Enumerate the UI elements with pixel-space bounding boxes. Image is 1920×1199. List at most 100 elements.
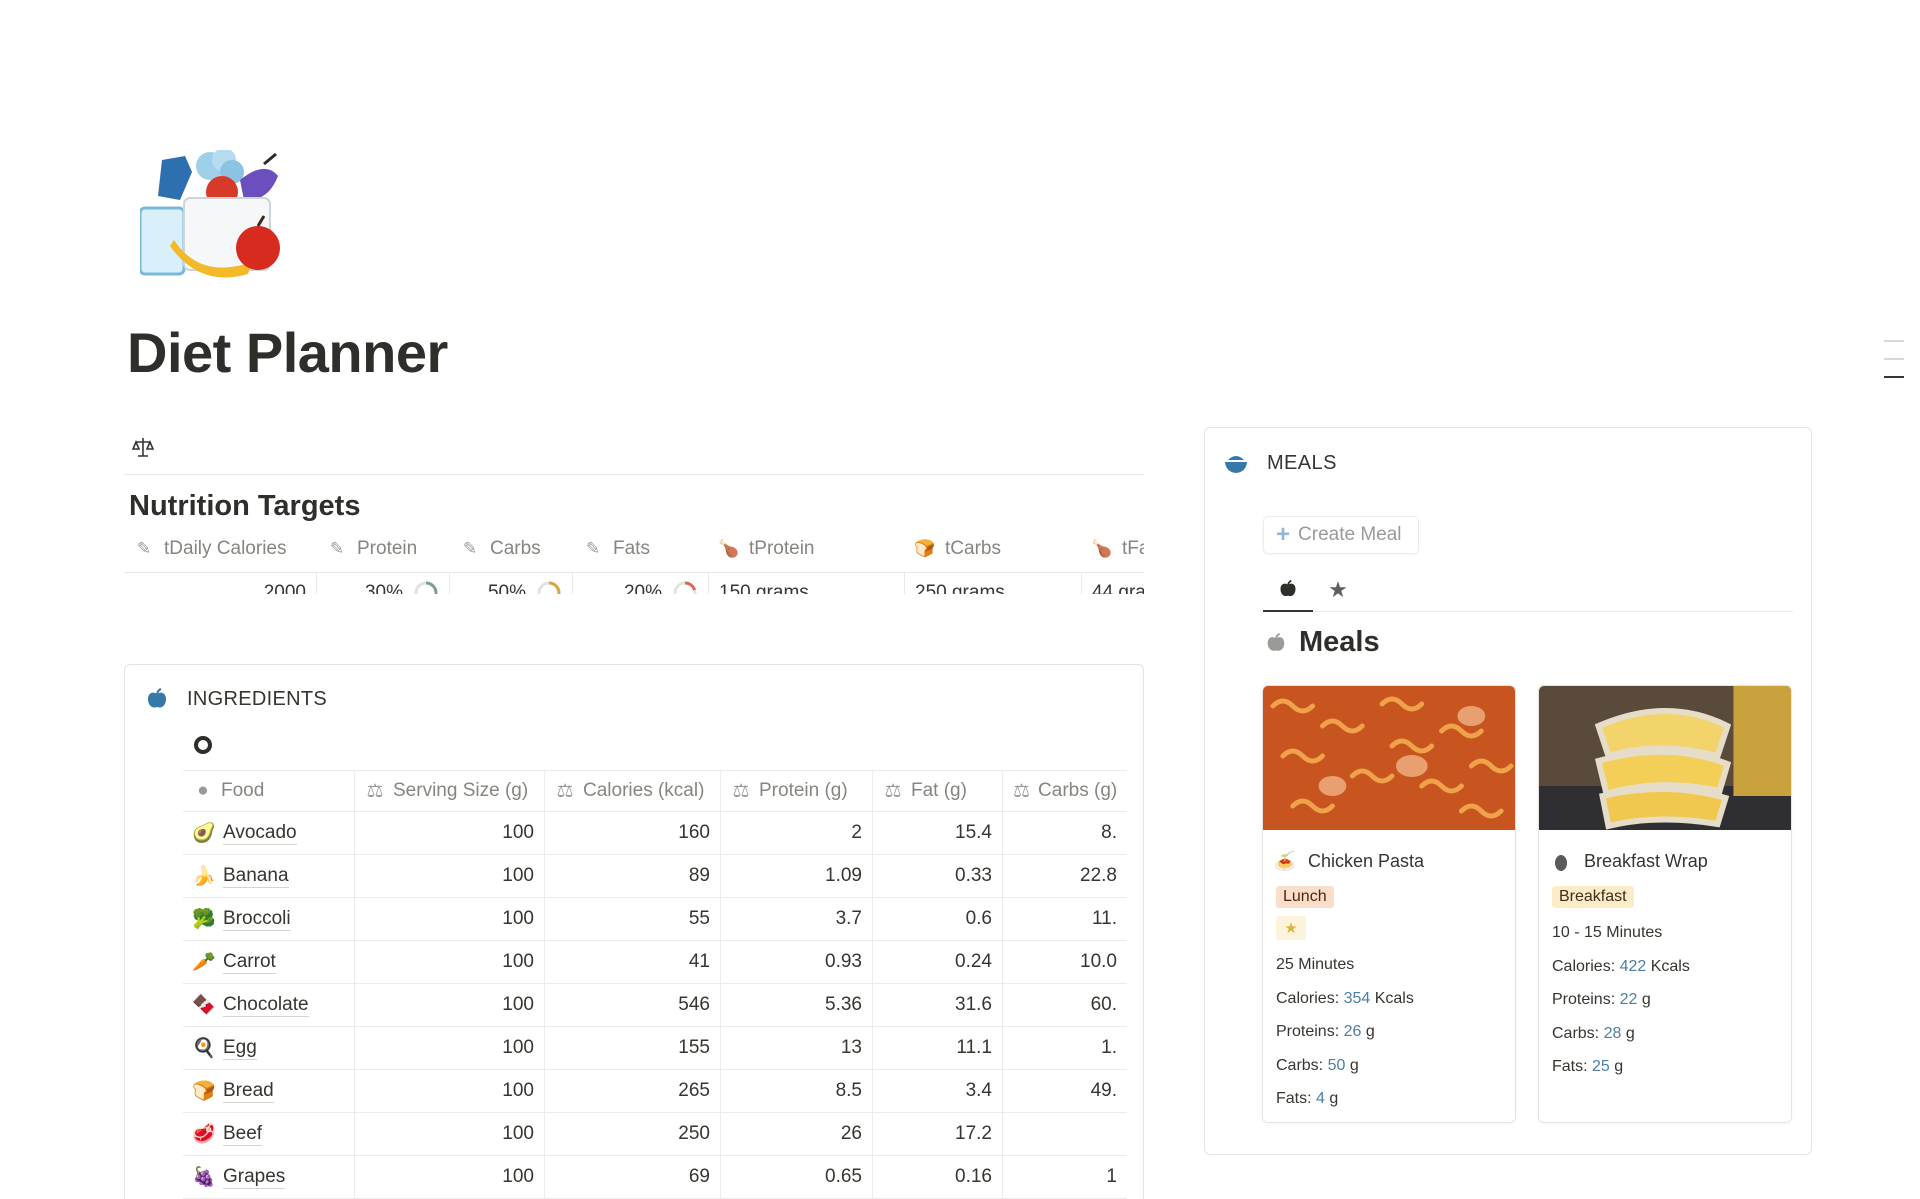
calories-cell[interactable]: 41 (545, 941, 721, 983)
fat-cell[interactable]: 3.4 (873, 1070, 1003, 1112)
fat-cell[interactable]: 31.6 (873, 984, 1003, 1026)
protein-cell[interactable]: 0.93 (721, 941, 873, 983)
fat-cell[interactable]: 15.4 (873, 812, 1003, 854)
carbs-cell[interactable]: 1. (1003, 1027, 1127, 1069)
column-header-fat[interactable]: ⚖ Fat (g) (873, 771, 1003, 811)
serving-cell[interactable]: 100 (355, 855, 545, 897)
table-row[interactable]: 🍫 Chocolate 100 546 5.36 31.6 60. (183, 984, 1127, 1027)
serving-cell[interactable]: 100 (355, 1070, 545, 1112)
table-row[interactable]: 2000 30% 50% 20% 150 grams 250 grams 44 … (124, 572, 1144, 594)
tab-apple-view[interactable] (1263, 568, 1313, 612)
calories-cell[interactable]: 250 (545, 1113, 721, 1155)
column-header-serving[interactable]: ⚖ Serving Size (g) (355, 771, 545, 811)
column-header-calories[interactable]: ⚖ Calories (kcal) (545, 771, 721, 811)
protein-cell[interactable]: 0.65 (721, 1156, 873, 1198)
food-cell[interactable]: 🥕 Carrot (183, 941, 355, 983)
tab-star-view[interactable]: ★ (1313, 568, 1363, 612)
food-name-link[interactable]: Bread (223, 1080, 274, 1103)
serving-cell[interactable]: 100 (355, 1113, 545, 1155)
protein-cell[interactable]: 30% (317, 573, 450, 594)
serving-cell[interactable]: 100 (355, 941, 545, 983)
carbs-cell[interactable]: 11. (1003, 898, 1127, 940)
carbs-cell[interactable]: 49. (1003, 1070, 1127, 1112)
protein-cell[interactable]: 2 (721, 812, 873, 854)
calories-cell[interactable]: 265 (545, 1070, 721, 1112)
carbs-cell[interactable]: 8. (1003, 812, 1127, 854)
carbs-cell[interactable]: 1 (1003, 1156, 1127, 1198)
protein-cell[interactable]: 8.5 (721, 1070, 873, 1112)
meal-card[interactable]: 🍝 Chicken Pasta Lunch ★ 25 Minutes Calori… (1262, 685, 1516, 1123)
tcarbs-cell[interactable]: 250 grams (905, 573, 1082, 594)
fat-cell[interactable]: 0.6 (873, 898, 1003, 940)
food-cell[interactable]: 🥦 Broccoli (183, 898, 355, 940)
food-name-link[interactable]: Broccoli (223, 908, 291, 931)
carbs-cell[interactable]: 50% (450, 573, 573, 594)
food-name-link[interactable]: Egg (223, 1037, 257, 1060)
food-name-link[interactable]: Chocolate (223, 994, 309, 1017)
column-header-carbs[interactable]: ⚖ Carbs (g) (1003, 771, 1127, 811)
table-row[interactable]: 🥕 Carrot 100 41 0.93 0.24 10.0 (183, 941, 1127, 984)
calories-cell[interactable]: 160 (545, 812, 721, 854)
calories-cell[interactable]: 55 (545, 898, 721, 940)
protein-cell[interactable]: 1.09 (721, 855, 873, 897)
serving-cell[interactable]: 100 (355, 984, 545, 1026)
food-cell[interactable]: 🥑 Avocado (183, 812, 355, 854)
table-row[interactable]: 🍞 Bread 100 265 8.5 3.4 49. (183, 1070, 1127, 1113)
protein-cell[interactable]: 13 (721, 1027, 873, 1069)
carbs-cell[interactable]: 22.8 (1003, 855, 1127, 897)
fat-cell[interactable]: 0.24 (873, 941, 1003, 983)
calories-cell[interactable]: 89 (545, 855, 721, 897)
serving-cell[interactable]: 100 (355, 1156, 545, 1198)
food-cell[interactable]: 🥩 Beef (183, 1113, 355, 1155)
column-header[interactable]: 🍞 tCarbs (905, 532, 1082, 566)
tfats-cell[interactable]: 44 gra (1082, 573, 1144, 594)
food-cell[interactable]: 🍫 Chocolate (183, 984, 355, 1026)
food-cell[interactable]: 🍞 Bread (183, 1070, 355, 1112)
food-cell[interactable]: 🍌 Banana (183, 855, 355, 897)
fat-cell[interactable]: 11.1 (873, 1027, 1003, 1069)
column-header-food[interactable]: ● Food (183, 771, 355, 811)
carbs-cell[interactable]: 60. (1003, 984, 1127, 1026)
table-row[interactable]: 🥦 Broccoli 100 55 3.7 0.6 11. (183, 898, 1127, 941)
food-name-link[interactable]: Beef (223, 1123, 263, 1146)
carbs-cell[interactable] (1003, 1113, 1127, 1155)
serving-cell[interactable]: 100 (355, 1027, 545, 1069)
create-meal-button[interactable]: + Create Meal (1263, 516, 1419, 554)
fat-cell[interactable]: 17.2 (873, 1113, 1003, 1155)
view-tab-icon[interactable] (193, 735, 213, 755)
table-row[interactable]: 🍌 Banana 100 89 1.09 0.33 22.8 (183, 855, 1127, 898)
tprotein-cell[interactable]: 150 grams (709, 573, 905, 594)
carbs-cell[interactable]: 10.0 (1003, 941, 1127, 983)
table-row[interactable]: 🍇 Grapes 100 69 0.65 0.16 1 (183, 1156, 1127, 1199)
table-row[interactable]: 🥑 Avocado 100 160 2 15.4 8. (183, 812, 1127, 855)
meal-card[interactable]: Breakfast Wrap Breakfast 10 - 15 Minutes… (1538, 685, 1792, 1123)
food-cell[interactable]: 🍇 Grapes (183, 1156, 355, 1198)
protein-cell[interactable]: 5.36 (721, 984, 873, 1026)
daily-calories-cell[interactable]: 2000 (124, 573, 317, 594)
calories-cell[interactable]: 69 (545, 1156, 721, 1198)
table-row[interactable]: 🍳 Egg 100 155 13 11.1 1. (183, 1027, 1127, 1070)
food-name-link[interactable]: Carrot (223, 951, 276, 974)
column-header[interactable]: ✎ Protein (317, 532, 450, 566)
food-name-link[interactable]: Avocado (223, 822, 297, 845)
column-header[interactable]: ✎ Carbs (450, 532, 573, 566)
food-cell[interactable]: 🍳 Egg (183, 1027, 355, 1069)
column-header[interactable]: ✎ tDaily Calories (124, 532, 317, 566)
food-name-link[interactable]: Banana (223, 865, 289, 888)
fat-cell[interactable]: 0.16 (873, 1156, 1003, 1198)
column-header[interactable]: 🍗tFa (1082, 532, 1144, 566)
serving-cell[interactable]: 100 (355, 898, 545, 940)
fats-cell[interactable]: 20% (573, 573, 709, 594)
protein-cell[interactable]: 3.7 (721, 898, 873, 940)
food-name-link[interactable]: Grapes (223, 1166, 286, 1189)
serving-cell[interactable]: 100 (355, 812, 545, 854)
column-header-protein[interactable]: ⚖ Protein (g) (721, 771, 873, 811)
column-header[interactable]: 🍗 tProtein (709, 532, 905, 566)
column-header[interactable]: ✎ Fats (573, 532, 709, 566)
table-of-contents[interactable] (1884, 340, 1904, 394)
protein-cell[interactable]: 26 (721, 1113, 873, 1155)
table-row[interactable]: 🥩 Beef 100 250 26 17.2 (183, 1113, 1127, 1156)
fat-cell[interactable]: 0.33 (873, 855, 1003, 897)
calories-cell[interactable]: 546 (545, 984, 721, 1026)
calories-cell[interactable]: 155 (545, 1027, 721, 1069)
